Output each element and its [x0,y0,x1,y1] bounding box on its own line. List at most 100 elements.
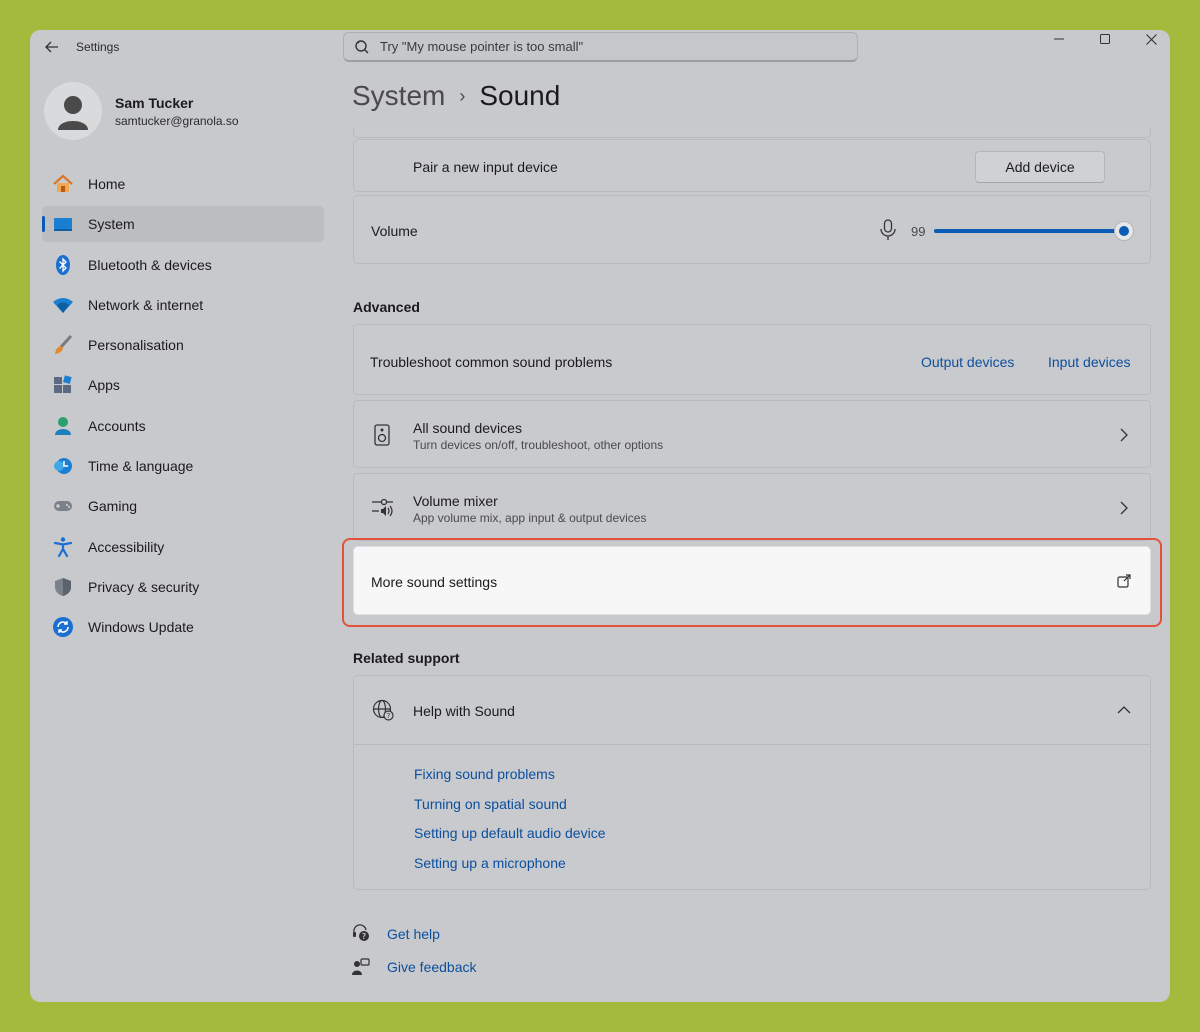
sidebar-item-label: Gaming [88,498,138,515]
time-language-icon [52,455,74,477]
divider [354,744,1150,745]
breadcrumb-parent[interactable]: System [352,80,445,112]
search-icon [355,39,369,53]
user-email: samtucker@granola.so [115,114,239,128]
sidebar-item-apps[interactable]: Apps [42,367,324,403]
minimize-icon [1054,38,1064,40]
volume-slider-thumb[interactable] [1114,221,1134,241]
brush-icon [52,334,74,356]
sidebar-nav: Home System Bluetooth & devices Network … [42,166,324,650]
all-sound-devices-subtitle: Turn devices on/off, troubleshoot, other… [413,438,664,452]
sidebar-item-network[interactable]: Network & internet [42,287,324,323]
volume-slider-fill [934,229,1122,233]
chevron-right-icon [1116,427,1132,443]
gamepad-icon [52,495,74,517]
sidebar-item-time-language[interactable]: Time & language [42,448,324,484]
page-title: Sound [479,80,561,111]
volume-value: 99 [911,224,926,239]
wifi-icon [52,294,74,316]
sidebar-item-home[interactable]: Home [42,166,324,202]
advanced-section-title: Advanced [353,299,420,315]
accounts-icon [52,415,74,437]
volume-mixer-title: Volume mixer [413,493,498,509]
help-link-spatial-sound[interactable]: Turning on spatial sound [414,796,567,812]
system-icon [52,213,74,235]
sidebar-item-windows-update[interactable]: Windows Update [42,609,324,645]
feedback-icon [352,958,370,975]
apps-icon [52,374,74,396]
back-arrow-icon [45,41,58,53]
volume-label: Volume [371,223,418,239]
get-help-link[interactable]: Get help [387,926,440,942]
breadcrumb-separator: › [459,85,466,106]
sidebar-item-label: System [88,216,135,233]
sidebar-item-label: Privacy & security [88,578,200,595]
volume-slider[interactable] [934,221,1134,241]
accessibility-icon [52,536,74,558]
sidebar-item-label: Network & internet [88,296,204,313]
sidebar-item-label: Time & language [88,458,194,475]
related-support-title: Related support [353,650,460,666]
breadcrumb: System › Sound [352,80,560,112]
troubleshoot-label: Troubleshoot common sound problems [370,354,613,370]
give-feedback-link[interactable]: Give feedback [387,959,477,975]
settings-window: Settings Sam Tucker samtucker@granola.so… [30,30,1170,1002]
help-with-sound-header[interactable]: ? Help with Sound [354,676,1150,744]
sidebar-item-gaming[interactable]: Gaming [42,488,324,524]
chevron-right-icon [1116,500,1132,516]
troubleshoot-row: Troubleshoot common sound problems Outpu… [353,324,1151,395]
maximize-icon [1100,34,1110,44]
mixer-icon [372,498,393,517]
sidebar-item-label: Bluetooth & devices [88,256,212,273]
sidebar-item-label: Apps [88,377,120,394]
sidebar-item-privacy[interactable]: Privacy & security [42,569,324,605]
help-with-sound-card: ? Help with Sound Fixing sound problems … [353,675,1151,890]
sidebar-item-accounts[interactable]: Accounts [42,408,324,444]
add-device-button[interactable]: Add device [975,151,1105,183]
sidebar-item-personalisation[interactable]: Personalisation [42,327,324,363]
sidebar-item-system[interactable]: System [42,206,324,243]
bluetooth-icon [52,254,74,276]
sidebar-item-bluetooth[interactable]: Bluetooth & devices [42,247,324,283]
pair-input-device-row: Pair a new input device Add device [353,139,1151,192]
input-volume-row: Volume 99 [353,195,1151,264]
sidebar-item-label: Windows Update [88,619,194,636]
user-icon [58,96,88,130]
search-box[interactable] [343,32,858,62]
help-link-fixing-sound[interactable]: Fixing sound problems [414,766,555,782]
sidebar-item-accessibility[interactable]: Accessibility [42,529,324,565]
avatar[interactable] [44,82,102,140]
maximize-button[interactable] [1082,30,1128,48]
chevron-up-icon [1116,702,1132,718]
highlight-outline [342,538,1162,627]
help-link-microphone[interactable]: Setting up a microphone [414,855,566,871]
all-sound-devices-row[interactable]: All sound devices Turn devices on/off, t… [353,400,1151,468]
help-link-default-audio[interactable]: Setting up default audio device [414,825,605,841]
speaker-icon [374,424,390,446]
minimize-button[interactable] [1036,30,1082,48]
help-with-sound-title: Help with Sound [413,703,515,719]
sidebar-item-label: Accessibility [88,538,165,555]
shield-icon [52,576,74,598]
svg-text:?: ? [387,712,391,720]
user-name: Sam Tucker [115,95,194,111]
get-help-icon: ? [353,924,369,941]
sidebar-item-label: Accounts [88,417,146,434]
search-input[interactable] [380,39,840,54]
svg-text:?: ? [362,932,366,941]
app-title: Settings [76,40,120,54]
close-icon [1145,33,1157,45]
scrolled-card-edge [353,128,1151,138]
globe-help-icon: ? [372,699,394,721]
volume-mixer-row[interactable]: Volume mixer App volume mix, app input &… [353,473,1151,541]
close-button[interactable] [1128,30,1170,48]
back-button[interactable] [38,36,66,58]
microphone-icon[interactable] [879,219,897,241]
all-sound-devices-title: All sound devices [413,420,522,436]
input-devices-link[interactable]: Input devices [1048,354,1131,370]
home-icon [52,173,74,195]
update-icon [52,616,74,638]
sidebar-item-label: Home [88,176,126,192]
output-devices-link[interactable]: Output devices [921,354,1014,370]
pair-input-label: Pair a new input device [413,159,558,175]
